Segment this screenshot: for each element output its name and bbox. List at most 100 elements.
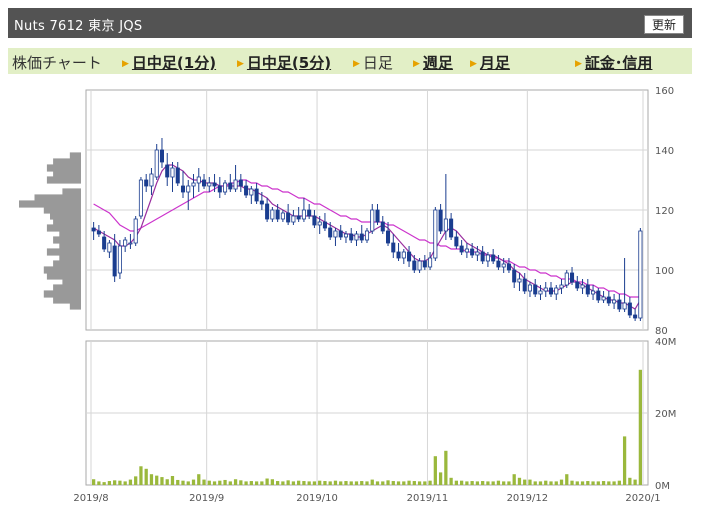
volume-bar: [502, 481, 506, 485]
candle-body: [522, 278, 527, 292]
volume-bar: [249, 481, 253, 485]
tab-label: 週足: [422, 54, 453, 72]
candle-body: [527, 284, 533, 292]
volume-bar: [281, 481, 285, 485]
candle-body: [196, 176, 201, 184]
volume-bar: [144, 468, 148, 485]
tab-intraday-5min[interactable]: ▶ 日中足(5分): [237, 52, 331, 73]
volume-bar: [565, 474, 569, 485]
candle-body: [280, 212, 285, 220]
volume-bar: [423, 481, 427, 485]
candle-body: [559, 284, 564, 289]
candle-body: [144, 179, 149, 187]
volume-bar: [134, 476, 138, 485]
volume-bar: [197, 474, 201, 485]
candle-body: [349, 233, 354, 241]
volume-bar: [402, 481, 406, 485]
candle-body: [254, 188, 259, 202]
tab-intraday-1min[interactable]: ▶ 日中足(1分): [122, 52, 216, 73]
candle-body: [506, 263, 511, 271]
arrow-right-icon: ▶: [575, 59, 582, 69]
candle-body: [270, 209, 275, 220]
x-tick-label: 2019/8: [73, 493, 108, 504]
tab-monthly[interactable]: ▶ 月足: [470, 52, 510, 73]
candle-body: [422, 260, 427, 268]
tab-label: 日中足(1分): [131, 54, 217, 72]
arrow-right-icon: ▶: [413, 59, 420, 69]
volume-bar: [622, 436, 627, 485]
volume-bar: [318, 480, 322, 485]
volume-bar: [428, 480, 432, 485]
volume-bar: [407, 480, 411, 485]
candle-body: [449, 218, 454, 238]
volume-bar: [181, 480, 185, 485]
volume-bar: [118, 480, 122, 485]
volume-tick-label: 40M: [655, 337, 676, 348]
candle-body: [612, 299, 617, 304]
candle-body: [338, 230, 343, 238]
candle-body: [396, 251, 401, 259]
candle-body: [464, 248, 469, 253]
volume-bar: [459, 480, 464, 485]
volume-bar: [470, 481, 474, 485]
candle-body: [96, 230, 101, 235]
volume-bar: [538, 481, 543, 485]
price-profile-bar: [69, 302, 81, 310]
arrow-right-icon: ▶: [122, 59, 129, 69]
volume-bar: [512, 474, 516, 485]
tab-weekly[interactable]: ▶ 週足: [413, 52, 453, 73]
tab-label: 証金･信用: [584, 54, 653, 72]
volume-bar: [270, 479, 275, 485]
volume-bar: [207, 480, 211, 485]
candle-body: [375, 209, 380, 223]
tab-margin-credit[interactable]: ▶ 証金･信用: [575, 52, 652, 73]
volume-bar: [444, 450, 448, 485]
candle-body: [343, 233, 349, 238]
candle-body: [117, 245, 122, 274]
volume-bar: [386, 480, 390, 485]
candle-body: [491, 254, 496, 262]
volume-bar: [370, 479, 374, 485]
candle-body: [265, 203, 270, 220]
volume-bar: [191, 479, 196, 485]
volume-bar: [302, 481, 306, 485]
candle-body: [596, 290, 601, 301]
candle-body: [301, 209, 306, 220]
tab-label: 株価チャート: [12, 54, 102, 72]
candle-body: [165, 164, 170, 178]
refresh-button[interactable]: 更新: [644, 15, 684, 34]
candle-body: [296, 215, 301, 220]
volume-bar: [312, 481, 317, 485]
header-bar: Nuts 7612 東京 JQS 更新: [8, 8, 692, 38]
volume-bar: [291, 481, 296, 485]
x-tick-label: 2019/10: [296, 493, 338, 504]
candle-body: [112, 245, 117, 277]
volume-bar: [549, 481, 553, 485]
candle-body: [359, 233, 364, 241]
candle-body: [364, 230, 370, 241]
volume-bar: [412, 481, 416, 485]
x-tick-label: 2019/11: [407, 493, 449, 504]
volume-bar: [233, 479, 238, 485]
candle-body: [454, 236, 459, 247]
tab-daily[interactable]: ▶ 日足: [353, 52, 393, 73]
volume-bar: [533, 481, 537, 485]
volume-bar: [559, 479, 564, 485]
volume-bar: [486, 481, 490, 485]
volume-bar: [354, 481, 359, 485]
volume-bar: [417, 481, 422, 485]
candle-body: [133, 218, 138, 244]
candle-body: [175, 167, 180, 184]
volume-bar: [575, 481, 579, 485]
volume-bar: [396, 481, 401, 485]
candle-body: [333, 230, 338, 238]
candle-body: [154, 149, 159, 178]
volume-bar: [638, 369, 643, 485]
candle-body: [512, 269, 517, 283]
volume-bar: [297, 480, 301, 485]
volume-bar: [454, 480, 459, 485]
volume-bar: [186, 481, 190, 485]
volume-bar: [586, 481, 590, 485]
candle-body: [207, 182, 212, 187]
arrow-right-icon: ▶: [353, 59, 360, 69]
